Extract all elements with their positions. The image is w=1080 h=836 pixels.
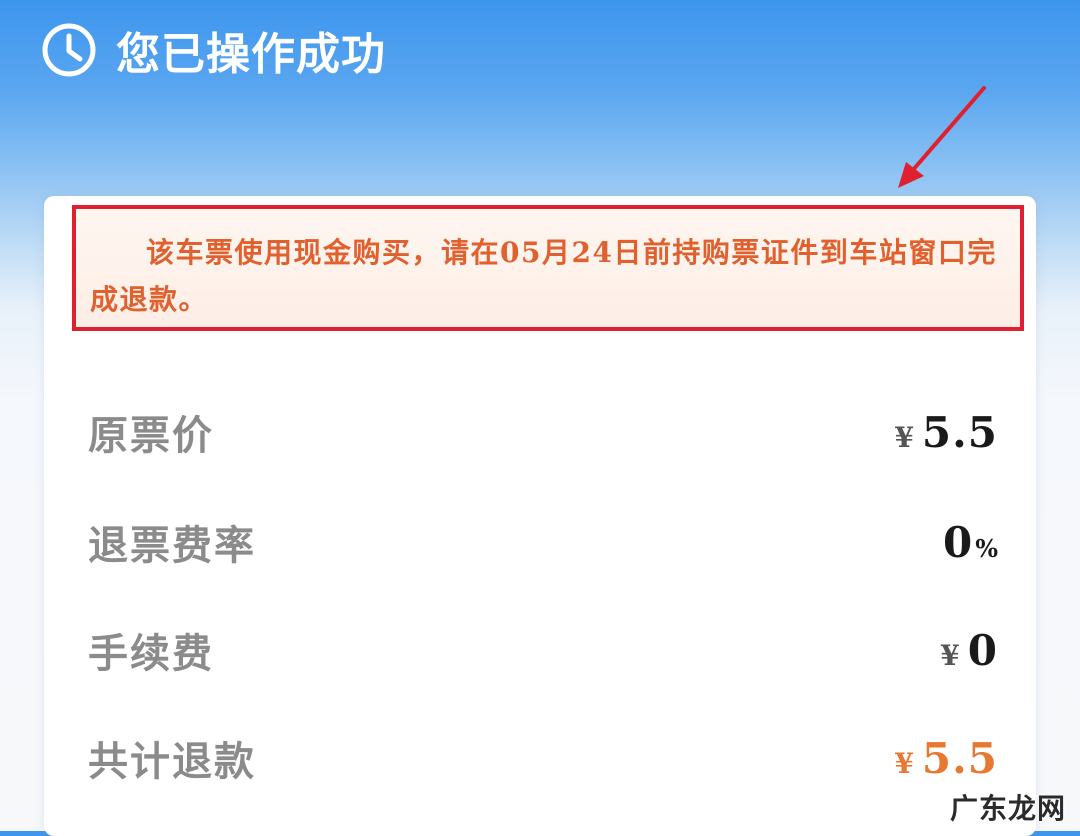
refund-notice-highlight: 该车票使用现金购买，请在05月24日前持购票证件到车站窗口完成退款。 (72, 205, 1024, 331)
service-fee-label: 手续费 (88, 630, 214, 677)
refund-fee-rate-amount: 0 (942, 517, 974, 567)
refund-fee-rate-value: 0 % (943, 518, 998, 567)
site-watermark: 广东龙网 (950, 792, 1067, 825)
original-price-row: 原票价 ¥ 5.5 (88, 402, 998, 462)
refund-fee-rate-row: 退票费率 0 % (88, 512, 998, 572)
refund-notice-text: 该车票使用现金购买，请在05月24日前持购票证件到车站窗口完成退款。 (90, 236, 997, 316)
service-fee-amount: 0 (967, 625, 998, 675)
currency-symbol: ¥ (894, 746, 914, 780)
red-arrow-annotation (898, 86, 986, 188)
refund-fee-rate-label: 退票费率 (88, 522, 256, 569)
total-refund-amount: 5.5 (921, 733, 998, 783)
currency-symbol: ¥ (894, 420, 914, 454)
service-fee-value: ¥ 0 (940, 626, 998, 675)
original-price-value: ¥ 5.5 (894, 408, 998, 457)
total-refund-row: 共计退款 ¥ 5.5 (88, 728, 998, 788)
original-price-label: 原票价 (88, 412, 214, 459)
page-header: 您已操作成功 (40, 20, 386, 80)
total-refund-label: 共计退款 (88, 738, 256, 785)
page-title: 您已操作成功 (116, 29, 386, 80)
original-price-amount: 5.5 (921, 407, 998, 457)
percent-symbol: % (975, 533, 998, 563)
currency-symbol: ¥ (940, 638, 960, 672)
total-refund-value: ¥ 5.5 (894, 734, 998, 783)
service-fee-row: 手续费 ¥ 0 (88, 620, 998, 680)
clock-icon (42, 23, 96, 77)
